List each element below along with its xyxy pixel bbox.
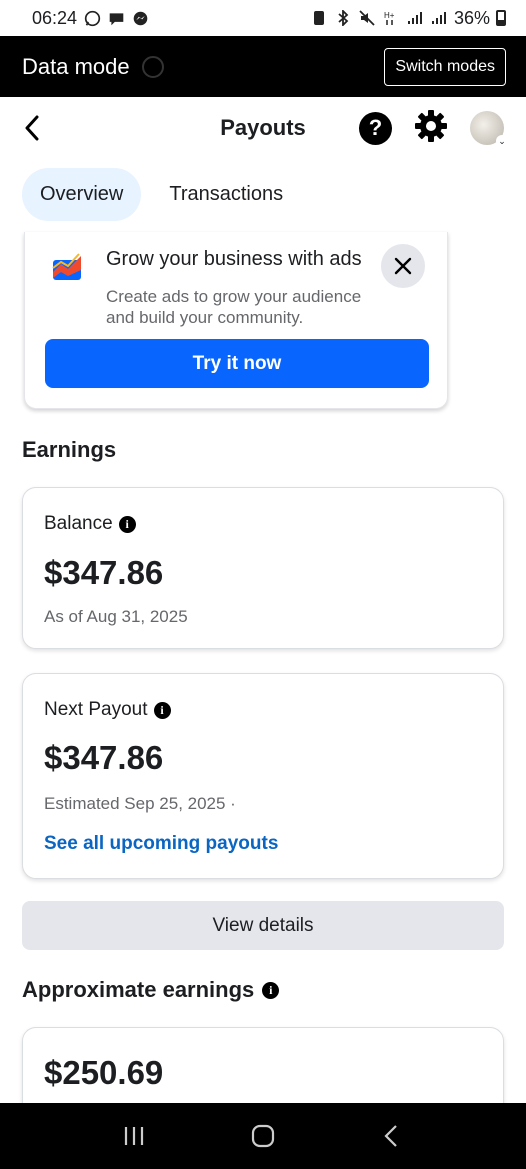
system-nav-bar [0, 1103, 526, 1169]
balance-label-text: Balance [44, 513, 113, 534]
tab-overview[interactable]: Overview [22, 168, 142, 221]
info-icon[interactable]: i [118, 515, 136, 533]
help-icon[interactable]: ? [359, 111, 392, 145]
balance-label: Balance i [44, 513, 136, 535]
header-actions: ? ⌄ [359, 109, 508, 148]
next-payout-card: Next Payout i $347.86 Estimated Sep 25, … [22, 673, 504, 879]
home-button[interactable] [243, 1116, 283, 1156]
tab-transactions[interactable]: Transactions [151, 168, 301, 221]
approximate-earnings-title: Approximate earnings i [22, 977, 280, 1003]
status-right: H+ 36% [310, 8, 506, 29]
next-payout-amount: $347.86 [44, 739, 164, 776]
back-button[interactable] [22, 112, 54, 144]
network-icon: H+ [382, 9, 400, 27]
messenger-icon [131, 9, 149, 27]
status-time: 06:24 [32, 7, 78, 28]
ads-chart-icon [52, 253, 81, 280]
signal-icon [406, 9, 424, 27]
whatsapp-icon [83, 9, 101, 27]
avatar[interactable]: ⌄ [470, 111, 508, 147]
gear-icon [415, 109, 447, 142]
recent-apps-icon [125, 1127, 144, 1145]
approximate-earnings-heading: Approximate earnings [22, 977, 255, 1002]
bluetooth-icon [334, 9, 352, 27]
home-icon [251, 1124, 275, 1148]
next-payout-label-text: Next Payout [44, 699, 148, 720]
ads-promo-card: Grow your business with ads Create ads t… [24, 232, 448, 409]
header: Payouts ? ⌄ [0, 97, 526, 159]
mute-icon [358, 9, 376, 27]
mode-title-text: Data mode [22, 53, 130, 79]
mode-title: Data mode [22, 54, 164, 80]
tab-bar: Overview Transactions [22, 168, 301, 221]
balance-card: Balance i $347.86 As of Aug 31, 2025 [22, 487, 504, 649]
earnings-heading: Earnings [22, 437, 117, 462]
status-left: 06:24 [32, 8, 149, 29]
close-promo-button[interactable] [381, 244, 425, 288]
status-bar: 06:24 H+ 36% [0, 0, 526, 36]
battery-percent: 36% [453, 7, 490, 28]
chevron-down-icon: ⌄ [496, 135, 508, 147]
mode-indicator-icon [141, 55, 164, 78]
promo-description: Create ads to grow your audience and bui… [106, 287, 362, 327]
switch-modes-button[interactable]: Switch modes [384, 47, 506, 86]
recent-apps-button[interactable] [114, 1116, 154, 1156]
try-it-now-button[interactable]: Try it now [45, 339, 429, 388]
back-icon [384, 1125, 397, 1147]
next-payout-estimate: Estimated Sep 25, 2025 · [44, 794, 236, 813]
battery-icon [496, 10, 506, 26]
view-details-button[interactable]: View details [22, 901, 504, 950]
next-payout-label: Next Payout i [44, 699, 171, 721]
promo-title: Grow your business with ads [106, 248, 362, 270]
signal-icon-2 [430, 9, 448, 27]
settings-button[interactable] [414, 109, 448, 148]
balance-as-of: As of Aug 31, 2025 [44, 607, 188, 626]
mode-bar: Data mode Switch modes [0, 36, 526, 97]
chat-icon [107, 9, 125, 27]
info-icon[interactable]: i [262, 981, 280, 999]
back-arrow-icon [25, 115, 39, 141]
system-back-button[interactable] [372, 1116, 412, 1156]
info-icon[interactable]: i [153, 701, 171, 719]
see-all-payouts-link[interactable]: See all upcoming payouts [44, 833, 278, 855]
earnings-section-title: Earnings [22, 437, 116, 463]
sim-icon [310, 9, 328, 27]
svg-text:H+: H+ [384, 11, 395, 20]
balance-amount: $347.86 [44, 554, 164, 591]
close-icon [394, 257, 412, 275]
approximate-earnings-amount: $250.69 [44, 1054, 164, 1091]
